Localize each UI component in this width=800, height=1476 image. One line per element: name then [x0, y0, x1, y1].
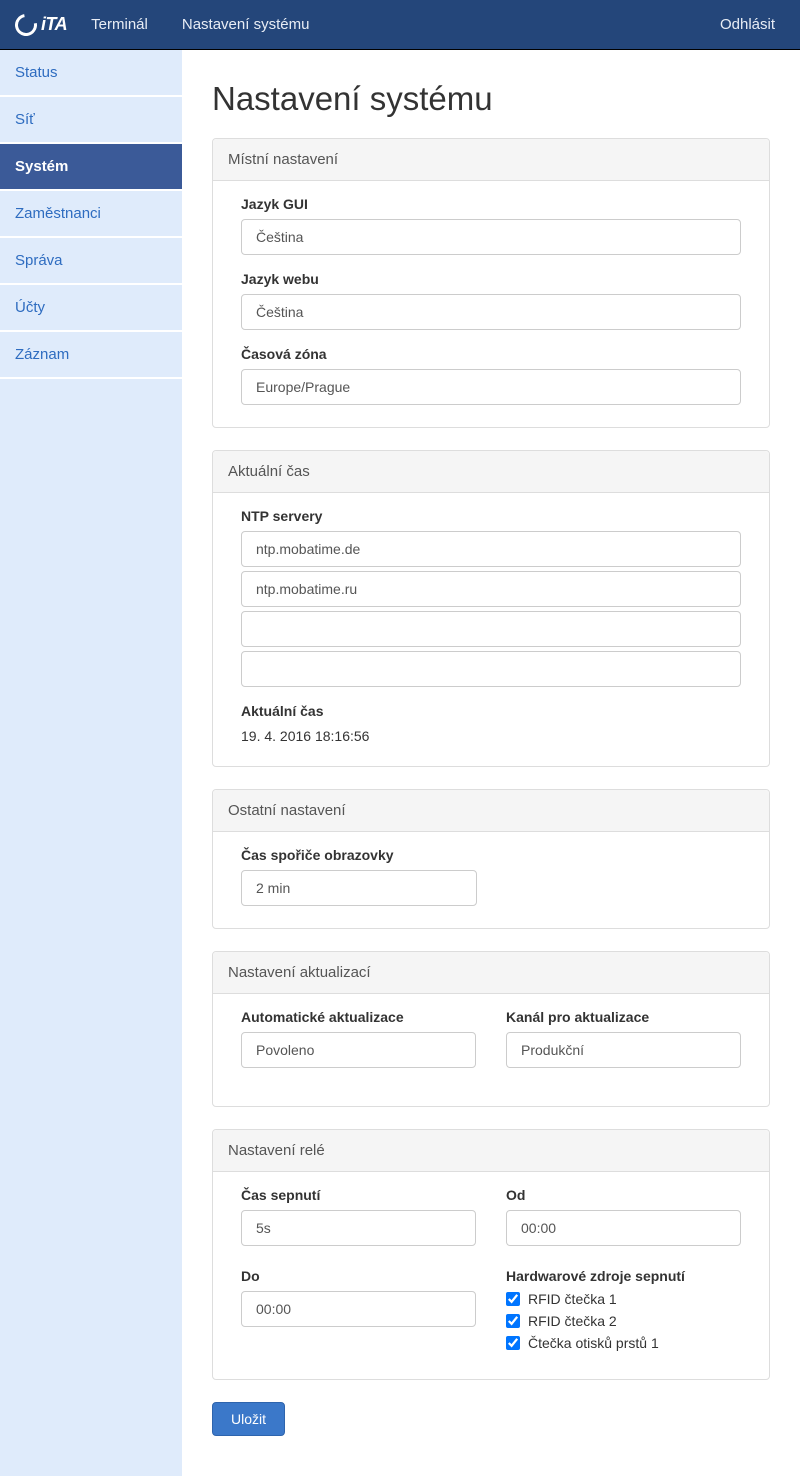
update-channel-select[interactable]: [506, 1032, 741, 1068]
layout: Status Síť Systém Zaměstnanci Správa Účt…: [0, 50, 800, 1476]
brand-ring-icon: [11, 9, 42, 40]
panel-other-settings: Ostatní nastavení Čas spořiče obrazovky: [212, 789, 770, 929]
relay-from-input[interactable]: [506, 1210, 741, 1246]
page-title: Nastavení systému: [212, 80, 770, 118]
hw-source-label-rfid2: RFID čtečka 2: [528, 1313, 617, 1329]
switch-time-select[interactable]: [241, 1210, 476, 1246]
ntp-server-input-2[interactable]: [241, 571, 741, 607]
hw-source-checkbox-rfid2[interactable]: [506, 1314, 520, 1328]
panel-heading-local: Místní nastavení: [213, 139, 769, 181]
hw-source-checkbox-rfid1[interactable]: [506, 1292, 520, 1306]
hw-sources-label: Hardwarové zdroje sepnutí: [506, 1268, 741, 1284]
sidebar-item-employees[interactable]: Zaměstnanci: [0, 191, 182, 238]
web-lang-label: Jazyk webu: [241, 271, 741, 287]
brand-logo[interactable]: iTA: [15, 14, 67, 36]
hw-source-row: RFID čtečka 1: [506, 1291, 741, 1307]
sidebar-item-status[interactable]: Status: [0, 50, 182, 97]
current-time-value: 19. 4. 2016 18:16:56: [241, 726, 741, 744]
sidebar-item-accounts[interactable]: Účty: [0, 285, 182, 332]
switch-time-label: Čas sepnutí: [241, 1187, 476, 1203]
auto-updates-label: Automatické aktualizace: [241, 1009, 476, 1025]
ntp-server-input-3[interactable]: [241, 611, 741, 647]
relay-to-label: Do: [241, 1268, 476, 1284]
content: Nastavení systému Místní nastavení Jazyk…: [182, 50, 800, 1476]
sidebar-item-admin[interactable]: Správa: [0, 238, 182, 285]
sidebar-item-network[interactable]: Síť: [0, 97, 182, 144]
web-lang-select[interactable]: [241, 294, 741, 330]
timezone-label: Časová zóna: [241, 346, 741, 362]
panel-heading-other: Ostatní nastavení: [213, 790, 769, 832]
panel-local-settings: Místní nastavení Jazyk GUI Jazyk webu Ča…: [212, 138, 770, 428]
panel-heading-time: Aktuální čas: [213, 451, 769, 493]
auto-updates-select[interactable]: [241, 1032, 476, 1068]
relay-to-input[interactable]: [241, 1291, 476, 1327]
hw-source-checkbox-finger1[interactable]: [506, 1336, 520, 1350]
brand-text: iTA: [41, 14, 67, 35]
ntp-servers-label: NTP servery: [241, 508, 741, 524]
gui-lang-label: Jazyk GUI: [241, 196, 741, 212]
save-button[interactable]: Uložit: [212, 1402, 285, 1436]
panel-heading-relay: Nastavení relé: [213, 1130, 769, 1172]
panel-current-time: Aktuální čas NTP servery Aktuální čas 19…: [212, 450, 770, 767]
update-channel-label: Kanál pro aktualizace: [506, 1009, 741, 1025]
ntp-server-input-4[interactable]: [241, 651, 741, 687]
screensaver-label: Čas spořiče obrazovky: [241, 847, 741, 863]
sidebar-item-system[interactable]: Systém: [0, 144, 182, 191]
nav-link-terminal[interactable]: Terminál: [81, 2, 158, 47]
panel-relay-settings: Nastavení relé Čas sepnutí Od Do: [212, 1129, 770, 1380]
hw-source-label-rfid1: RFID čtečka 1: [528, 1291, 617, 1307]
hw-source-row: Čtečka otisků prstů 1: [506, 1335, 741, 1351]
panel-update-settings: Nastavení aktualizací Automatické aktual…: [212, 951, 770, 1107]
screensaver-select[interactable]: [241, 870, 477, 906]
panel-heading-updates: Nastavení aktualizací: [213, 952, 769, 994]
nav-link-logout[interactable]: Odhlásit: [710, 2, 785, 47]
navbar: iTA Terminál Nastavení systému Odhlásit: [0, 0, 800, 50]
current-time-label: Aktuální čas: [241, 703, 741, 719]
timezone-select[interactable]: [241, 369, 741, 405]
relay-from-label: Od: [506, 1187, 741, 1203]
ntp-server-input-1[interactable]: [241, 531, 741, 567]
hw-source-row: RFID čtečka 2: [506, 1313, 741, 1329]
sidebar-item-log[interactable]: Záznam: [0, 332, 182, 379]
gui-lang-select[interactable]: [241, 219, 741, 255]
sidebar: Status Síť Systém Zaměstnanci Správa Účt…: [0, 50, 182, 1476]
hw-source-label-finger1: Čtečka otisků prstů 1: [528, 1335, 659, 1351]
nav-link-system-settings[interactable]: Nastavení systému: [172, 2, 320, 47]
navbar-left: iTA Terminál Nastavení systému: [15, 2, 319, 47]
